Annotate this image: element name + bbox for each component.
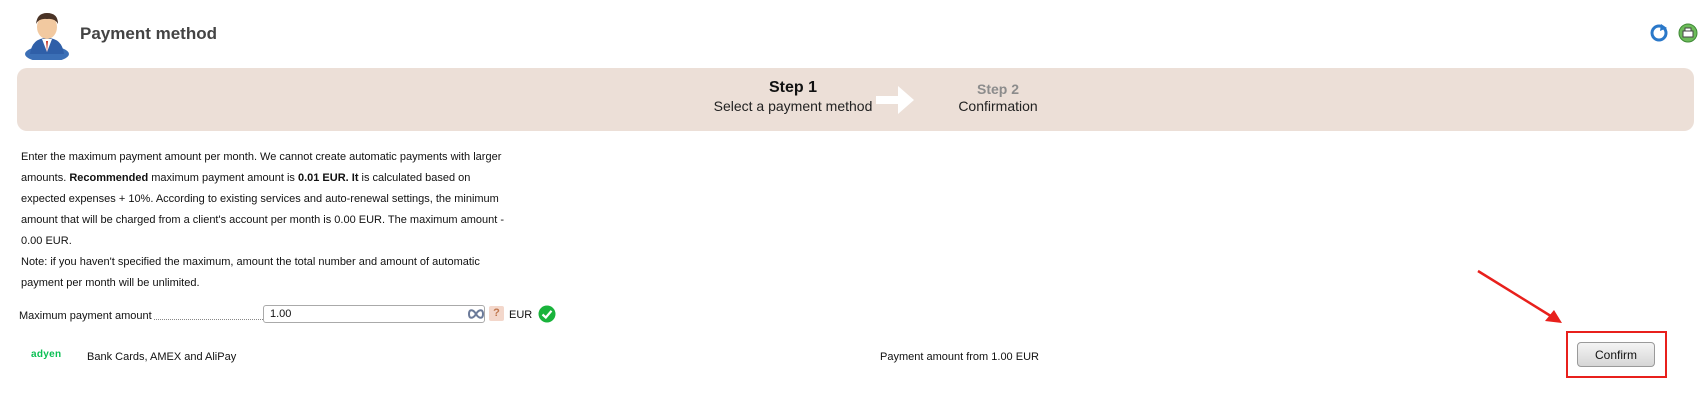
max-amount-row: Maximum payment amount ? EUR [19,305,619,329]
description-note: Note: if you haven't specified the maxim… [21,256,480,289]
infinity-icon[interactable] [467,307,485,321]
print-icon[interactable] [1678,23,1698,43]
payment-method-name: Bank Cards, AMEX and AliPay [87,351,237,363]
adyen-logo: adyen [31,349,62,360]
max-amount-label: Maximum payment amount [19,310,152,322]
payment-amount-from: Payment amount from 1.00 EUR [880,351,1039,363]
payment-description: Enter the maximum payment amount per mon… [21,147,511,294]
recommended-label: Recommended [69,172,149,184]
step-1-subtitle: Select a payment method [713,98,873,114]
step-progress-bar: Step 1 Select a payment method Step 2 Co… [17,68,1694,131]
recommended-value: 0.01 EUR [297,172,346,184]
step-2-title: Step 2 [976,81,1019,97]
page-header: Payment method [0,0,1704,66]
confirm-button[interactable]: Confirm [1577,342,1655,367]
currency-label: EUR [509,309,533,321]
description-text-2: maximum payment amount is [148,172,298,184]
max-amount-input[interactable] [263,305,485,323]
payment-method-row[interactable]: adyen Bank Cards, AMEX and AliPay Paymen… [0,345,1704,375]
user-avatar-icon [25,13,69,60]
help-icon[interactable]: ? [489,306,504,321]
leader-dots [154,319,271,320]
step-2-subtitle: Confirmation [958,98,1038,114]
description-text-3: . It [345,172,359,184]
step-1-title: Step 1 [768,79,817,96]
refresh-icon[interactable] [1650,24,1668,42]
step-2: Step 2 Confirmation [938,81,1058,114]
highlight-arrow-icon [1477,269,1562,323]
arrow-right-icon [876,86,914,114]
check-icon [538,305,556,323]
page-title: Payment method [80,24,217,43]
step-1: Step 1 Select a payment method [693,79,893,114]
